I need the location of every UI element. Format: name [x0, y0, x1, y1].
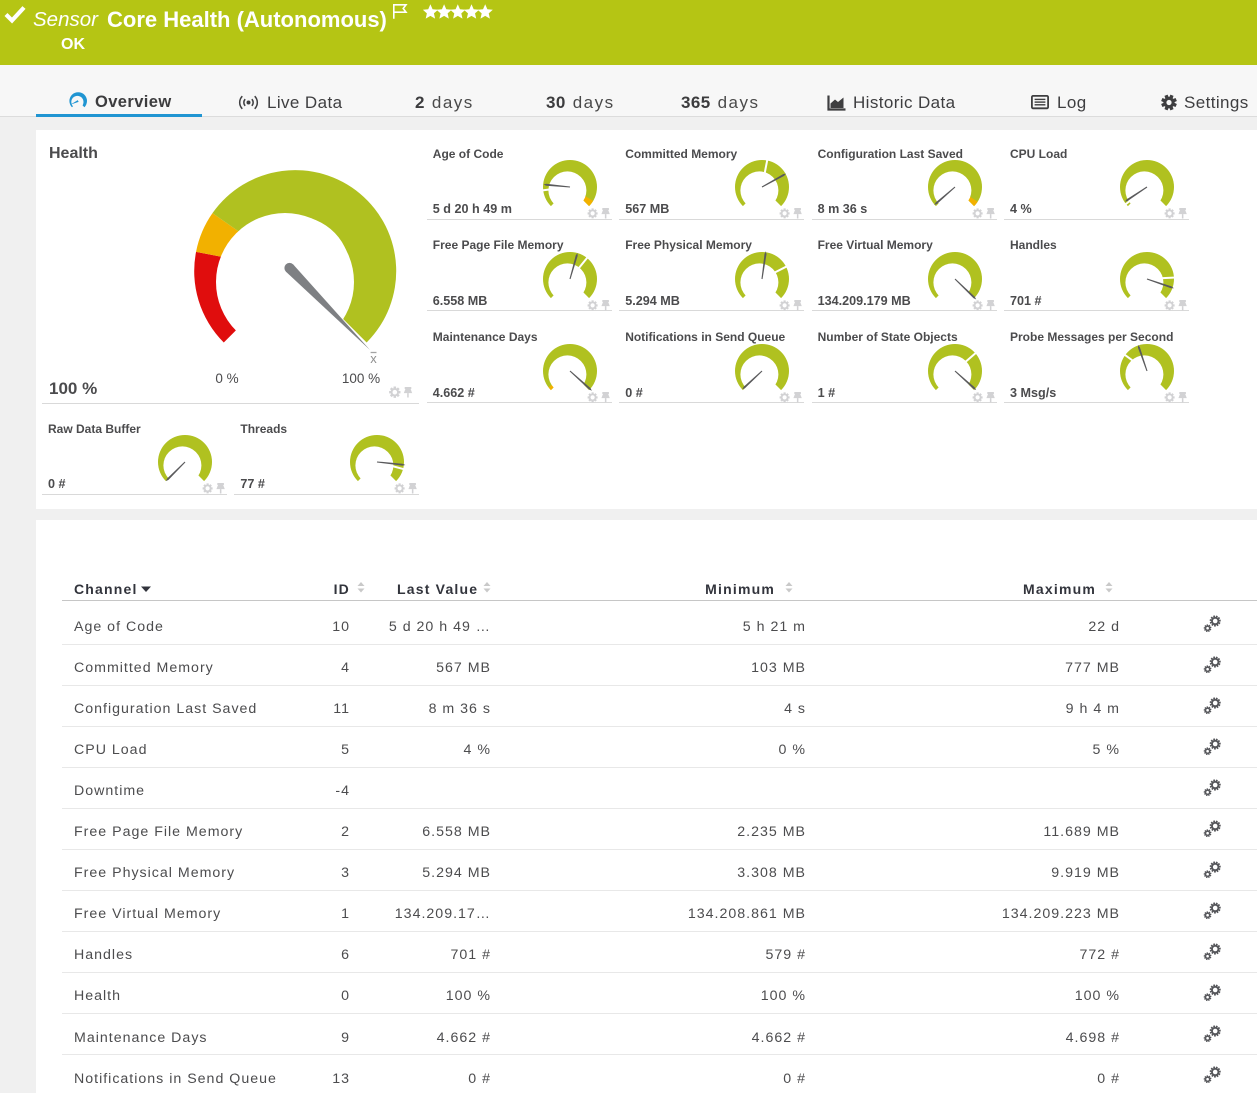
svg-text:x: x — [370, 351, 377, 366]
